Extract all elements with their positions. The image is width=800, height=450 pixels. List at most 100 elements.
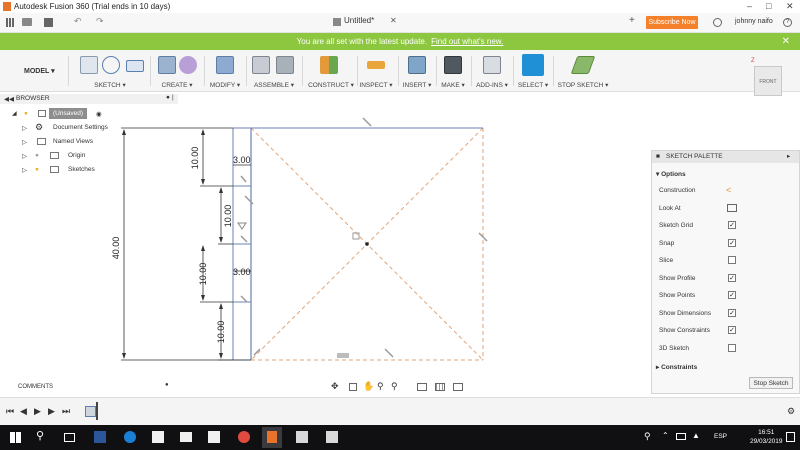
- press-pull-icon[interactable]: [216, 56, 234, 74]
- palette-row-construction[interactable]: Construction <: [659, 183, 795, 199]
- select-icon[interactable]: [522, 54, 544, 76]
- sketch-grid-checkbox[interactable]: ✓: [728, 221, 736, 229]
- modify-menu[interactable]: MODIFY: [210, 82, 235, 89]
- construct-group[interactable]: CONSTRUCT ▾: [306, 50, 356, 92]
- photos-app-icon[interactable]: [296, 431, 308, 443]
- addins-menu[interactable]: ADD-INS: [476, 82, 503, 89]
- search-icon[interactable]: ⚲: [36, 429, 44, 442]
- wifi-icon[interactable]: ▲: [692, 431, 700, 440]
- tray-up-icon[interactable]: ⌃: [662, 431, 669, 440]
- timeline-marker[interactable]: [96, 402, 98, 420]
- minimize-button[interactable]: –: [747, 1, 752, 11]
- look-at-icon[interactable]: [727, 204, 737, 212]
- photos-icon[interactable]: [208, 431, 220, 443]
- clock-icon[interactable]: [713, 18, 722, 27]
- grid-settings-icon[interactable]: [435, 383, 445, 391]
- stop-sketch-group[interactable]: STOP SKETCH ▾: [556, 50, 610, 92]
- stop-sketch-button[interactable]: Stop Sketch: [749, 377, 793, 389]
- assemble-menu[interactable]: ASSEMBLE: [254, 82, 289, 89]
- palette-row-sketch-grid[interactable]: Sketch Grid ✓: [659, 218, 795, 234]
- clock[interactable]: 16:51 29/03/2019: [750, 428, 783, 446]
- construct-menu[interactable]: CONSTRUCT: [308, 82, 349, 89]
- create-sketch-icon[interactable]: [80, 56, 98, 74]
- close-button[interactable]: ✕: [786, 1, 794, 12]
- triangle-constraint-icon[interactable]: [237, 222, 247, 230]
- stop-sketch-menu[interactable]: STOP SKETCH: [558, 82, 604, 89]
- center-point[interactable]: [365, 242, 369, 246]
- dimension-segment-3[interactable]: 10.00: [198, 263, 208, 286]
- dimension-segment-2[interactable]: 10.00: [223, 205, 233, 228]
- constraints-section[interactable]: ▸ Constraints: [656, 363, 697, 371]
- pan-icon[interactable]: ✋: [363, 381, 374, 392]
- new-component-icon[interactable]: [252, 56, 270, 74]
- insert-menu[interactable]: INSERT: [403, 82, 427, 89]
- make-menu[interactable]: MAKE: [441, 82, 459, 89]
- banner-close-icon[interactable]: ✕: [782, 33, 790, 50]
- horizontal-constraint-icon[interactable]: [337, 353, 349, 358]
- line-icon[interactable]: [102, 56, 120, 74]
- display-settings-icon[interactable]: [417, 383, 427, 391]
- timeline-settings-icon[interactable]: ⚙: [787, 406, 795, 417]
- 3d-print-icon[interactable]: [444, 56, 462, 74]
- timeline-sketch-item[interactable]: [85, 406, 96, 417]
- palette-expand-icon[interactable]: ■: [656, 153, 660, 160]
- slice-checkbox[interactable]: [728, 256, 736, 264]
- fit-icon[interactable]: ⚲: [391, 381, 398, 392]
- look-at-nav-icon[interactable]: [349, 383, 357, 391]
- timeline-start-icon[interactable]: ⏮: [6, 406, 14, 417]
- select-menu[interactable]: SELECT: [518, 82, 543, 89]
- dimension-segment-1[interactable]: 10.00: [190, 147, 200, 170]
- palette-row-look-at[interactable]: Look At: [659, 201, 795, 217]
- inspect-group[interactable]: INSPECT ▾: [358, 50, 394, 92]
- constraint-glyphs[interactable]: [240, 117, 488, 358]
- palette-row-slice[interactable]: Slice: [659, 253, 795, 269]
- form-icon[interactable]: [179, 56, 197, 74]
- insert-group[interactable]: INSERT ▾: [400, 50, 434, 92]
- zoom-icon[interactable]: ⚲: [377, 381, 384, 392]
- windows-start-icon[interactable]: [10, 432, 21, 443]
- palette-row-3d-sketch[interactable]: 3D Sketch: [659, 341, 795, 357]
- insert-image-icon[interactable]: [408, 56, 426, 74]
- palette-row-snap[interactable]: Snap ✓: [659, 236, 795, 252]
- construction-icon[interactable]: <: [726, 185, 731, 195]
- measure-icon[interactable]: [367, 61, 385, 69]
- save-icon[interactable]: [44, 18, 53, 27]
- grid-menu-icon[interactable]: [6, 18, 15, 27]
- chrome-icon[interactable]: [238, 431, 250, 443]
- sketch-canvas[interactable]: 40.00 10.00 10.00 10.00 10.00 3.00 3.00: [0, 92, 650, 392]
- timeline-next-icon[interactable]: ▶: [48, 406, 55, 417]
- offset-plane-icon[interactable]: [320, 56, 338, 74]
- viewports-icon[interactable]: [453, 383, 463, 391]
- word-icon[interactable]: [94, 431, 106, 443]
- workspace-switcher[interactable]: MODEL ▾: [24, 67, 55, 75]
- timeline-end-icon[interactable]: ⏭: [62, 406, 70, 417]
- close-tab-icon[interactable]: ✕: [390, 16, 397, 25]
- maximize-button[interactable]: □: [766, 1, 771, 11]
- edge-icon[interactable]: [124, 431, 136, 443]
- app-icon[interactable]: [326, 431, 338, 443]
- select-group[interactable]: SELECT ▾: [516, 50, 550, 92]
- palette-row-show-points[interactable]: Show Points ✓: [659, 288, 795, 304]
- redo-icon[interactable]: ↷: [96, 16, 104, 27]
- task-view-icon[interactable]: [64, 433, 75, 442]
- timeline-prev-icon[interactable]: ◀: [20, 406, 27, 417]
- dimension-segment-4[interactable]: 10.00: [216, 321, 226, 344]
- dimension-width-1[interactable]: 3.00: [233, 155, 251, 165]
- store-icon[interactable]: [152, 431, 164, 443]
- help-icon[interactable]: ?: [783, 18, 792, 27]
- dimension-total-height[interactable]: 40.00: [111, 237, 121, 260]
- battery-icon[interactable]: [676, 433, 686, 440]
- scripts-icon[interactable]: [483, 56, 501, 74]
- mail-icon[interactable]: [180, 432, 192, 442]
- view-cube[interactable]: FRONT: [754, 66, 782, 96]
- show-dimensions-checkbox[interactable]: ✓: [728, 309, 736, 317]
- show-points-checkbox[interactable]: ✓: [728, 291, 736, 299]
- options-section[interactable]: ▾ Options: [656, 170, 686, 178]
- palette-row-show-constraints[interactable]: Show Constraints ✓: [659, 323, 795, 339]
- orbit-icon[interactable]: ✥: [331, 381, 339, 392]
- palette-row-show-profile[interactable]: Show Profile ✓: [659, 271, 795, 287]
- addins-group[interactable]: ADD-INS ▾: [474, 50, 510, 92]
- show-constraints-checkbox[interactable]: ✓: [728, 326, 736, 334]
- folder-icon[interactable]: [22, 18, 32, 26]
- make-group[interactable]: MAKE ▾: [438, 50, 468, 92]
